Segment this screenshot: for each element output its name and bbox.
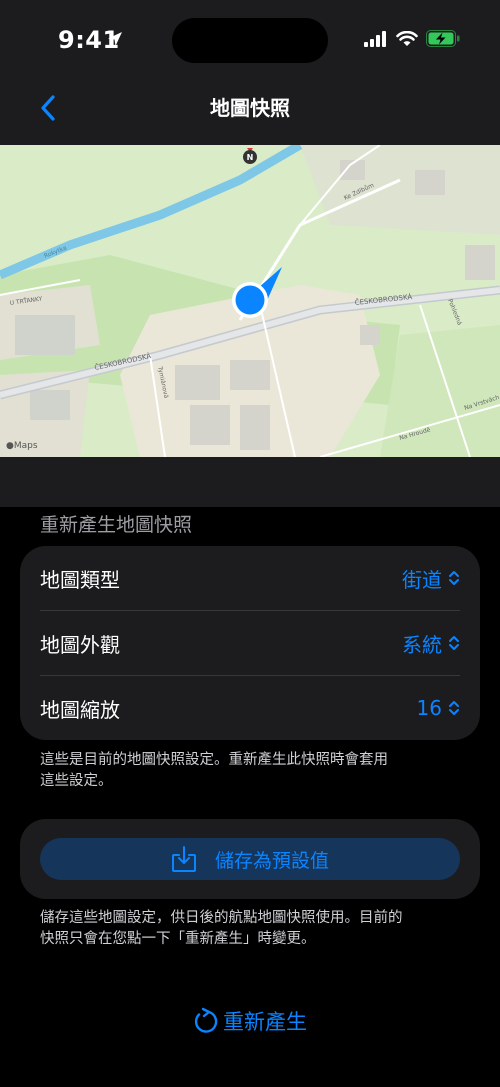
- page-title: 地圖快照: [210, 96, 290, 120]
- svg-text:N: N: [247, 153, 254, 162]
- maps-attribution: ●Maps: [6, 441, 38, 451]
- map-zoom-picker[interactable]: 16: [417, 696, 460, 720]
- battery-charging-icon: [426, 30, 460, 47]
- map-appearance-label: 地圖外觀: [40, 632, 120, 657]
- arrow-clockwise-icon: [194, 1007, 218, 1033]
- map-appearance-row[interactable]: 地圖外觀 系統: [40, 611, 460, 675]
- map-type-row[interactable]: 地圖類型 街道: [40, 546, 460, 610]
- settings-card: 地圖類型 街道 地圖外觀 系統 地圖縮放 16: [20, 546, 480, 740]
- wifi-icon: [396, 30, 418, 46]
- map-zoom-value: 16: [416, 696, 442, 720]
- apple-logo-icon: ●: [6, 441, 14, 451]
- status-icons: [364, 30, 460, 47]
- map-appearance-value: 系統: [402, 632, 442, 657]
- save-card: 儲存為預設值: [20, 819, 480, 899]
- map-zoom-label: 地圖縮放: [40, 697, 120, 722]
- map-zoom-row[interactable]: 地圖縮放 16: [40, 676, 460, 740]
- map-canvas: ČESKOBRODSKÁ ČESKOBRODSKÁ Rokytka U TRŤA…: [0, 145, 500, 457]
- settings-footnote-line: 這些設定。: [40, 773, 113, 789]
- cellular-signal-icon: [364, 30, 386, 47]
- save-footnote-line: 儲存這些地圖設定，供日後的航點地圖快照使用。目前的: [40, 910, 403, 926]
- chevron-up-down-icon: [449, 636, 459, 650]
- save-as-default-button[interactable]: 儲存為預設值: [40, 838, 460, 880]
- dynamic-island: [172, 18, 328, 63]
- map-appearance-picker[interactable]: 系統: [402, 629, 460, 658]
- settings-footnote-line: 這些是目前的地圖快照設定。重新產生此快照時會套用: [40, 752, 388, 768]
- status-bar: 9:41: [0, 0, 500, 80]
- map-type-label: 地圖類型: [40, 567, 120, 592]
- save-as-default-label: 儲存為預設值: [214, 849, 329, 872]
- map-type-value: 街道: [402, 567, 442, 592]
- save-footnote-line: 快照只會在您點一下「重新產生」時變更。: [40, 931, 316, 947]
- section-header: 重新產生地圖快照: [40, 514, 193, 536]
- map-type-picker[interactable]: 街道: [402, 564, 460, 593]
- map-bottom-spacer: [0, 457, 500, 507]
- chevron-up-down-icon: [449, 701, 459, 715]
- navigation-bar: 地圖快照: [0, 80, 500, 145]
- regenerate-button[interactable]: 重新產生: [0, 1006, 500, 1036]
- chevron-up-down-icon: [449, 571, 459, 585]
- settings-footnote: 這些是目前的地圖快照設定。重新產生此快照時會套用 這些設定。: [40, 750, 460, 792]
- regenerate-label: 重新產生: [223, 1010, 307, 1034]
- location-arrow-icon: [108, 32, 122, 46]
- download-tray-icon: [171, 846, 196, 872]
- save-footnote: 儲存這些地圖設定，供日後的航點地圖快照使用。目前的 快照只會在您點一下「重新產生…: [40, 908, 460, 950]
- map-snapshot: ČESKOBRODSKÁ ČESKOBRODSKÁ Rokytka U TRŤA…: [0, 145, 500, 457]
